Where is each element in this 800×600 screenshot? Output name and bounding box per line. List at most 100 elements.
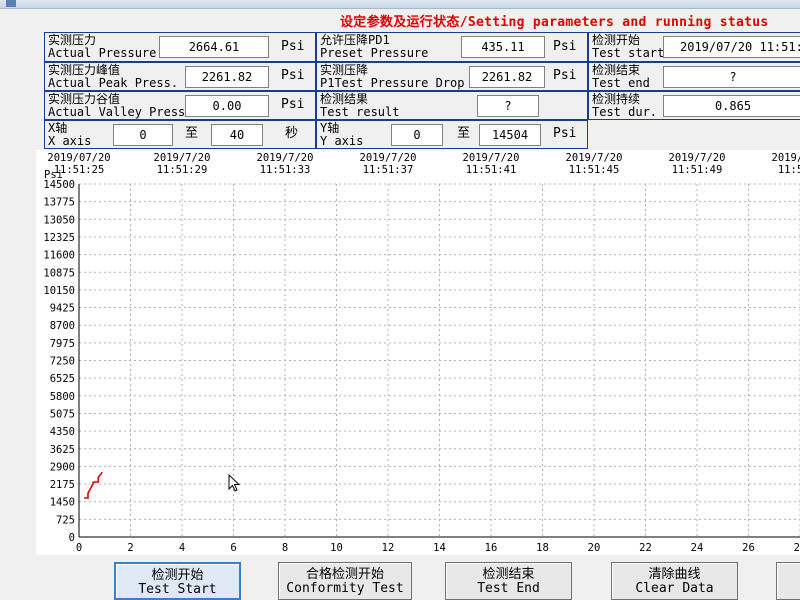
y-tick-label: 10150 [43,285,75,297]
time-tick-time: 11:51:5 [778,164,800,176]
p1-drop-unit: Psi [553,68,577,83]
clear-data-button[interactable]: 清除曲线 Clear Data [611,562,738,600]
status-banner: 设定参数及运行状态/Setting parameters and running… [340,15,769,30]
y-tick-label: 8700 [50,320,75,332]
time-tick-date: 2019/7/20 [257,152,314,164]
test-start-button-cn: 检测开始 [151,568,204,583]
p1-drop-cell: 实测压降 P1Test Pressure Drop 2261.82 Psi [316,62,588,91]
x-tick-label: 10 [330,542,343,554]
time-tick-time: 11:51:25 [54,164,105,176]
time-tick-time: 11:51:33 [260,164,311,176]
conformity-test-button[interactable]: 合格检测开始 Conformity Test [278,562,412,600]
y-tick-label: 0 [69,532,75,544]
actual-peak-unit: Psi [281,68,305,83]
test-dur-cell: 检测持续 Test dur. 0.865 [588,91,800,120]
actual-valley-label-en: Actual Valley Press. [48,105,193,119]
y-tick-label: 725 [56,514,75,526]
y-tick-label: 2175 [50,479,75,491]
y-tick-label: 1450 [50,497,75,509]
x-tick-label: 18 [536,542,549,554]
test-end-button[interactable]: 检测结束 Test End [445,562,572,600]
y-tick-label: 3625 [50,444,75,456]
time-tick-date: 2019/7/20 [360,152,417,164]
time-tick-date: 2019/7/20 [772,152,800,164]
conformity-test-button-en: Conformity Test [286,581,404,596]
actual-valley-value: 0.00 [185,95,269,117]
preset-pressure-unit: Psi [553,39,577,54]
test-result-value: ? [477,95,539,117]
y-axis-unit: Psi [553,126,577,141]
y-tick-label: 10875 [43,267,75,279]
x-axis-to-label: 至 [185,126,199,141]
y-tick-label: 5075 [50,408,75,420]
clear-data-button-en: Clear Data [635,581,714,596]
x-tick-label: 12 [382,542,395,554]
time-tick-time: 11:51:37 [363,164,414,176]
actual-pressure-unit: Psi [281,39,305,54]
y-axis-cell: Y轴 Y axis 0 至 14504 Psi [316,120,588,149]
preset-pressure-input[interactable]: 435.11 [461,36,545,58]
actual-peak-value: 2261.82 [185,66,269,88]
y-tick-label: 7250 [50,356,75,368]
y-tick-label: 6525 [50,373,75,385]
time-tick-time: 11:51:29 [157,164,208,176]
actual-peak-label-en: Actual Peak Press. [48,76,179,90]
time-tick-time: 11:51:41 [466,164,517,176]
y-axis-from-input[interactable]: 0 [391,124,443,146]
test-dur-label-en: Test dur. [592,105,658,119]
x-tick-label: 28 [794,542,800,554]
test-result-cell: 检测结果 Test result ? [316,91,588,120]
test-start-button-en: Test Start [138,582,217,597]
test-result-label-en: Test result [320,105,400,119]
actual-peak-cell: 实测压力峰值 Actual Peak Press. 2261.82 Psi [44,62,316,91]
x-tick-label: 6 [230,542,236,554]
y-axis-label-en: Y axis [320,134,364,148]
x-tick-label: 4 [179,542,185,554]
x-axis-to-input[interactable]: 40 [211,124,263,146]
y-axis-to-input[interactable]: 14504 [479,124,541,146]
time-tick-date: 2019/07/20 [47,152,110,164]
x-tick-label: 16 [485,542,498,554]
x-axis-unit: 秒 [285,126,299,141]
y-tick-label: 9425 [50,303,75,315]
test-end-label-en: Test end [592,76,650,90]
test-start-label-en: Test start [592,46,665,60]
time-tick-date: 2019/7/20 [669,152,726,164]
pressure-series-line [84,471,103,499]
extra-button[interactable] [776,562,800,600]
title-bar [0,0,800,9]
x-tick-label: 14 [433,542,446,554]
y-tick-label: 7975 [50,338,75,350]
y-tick-label: 5800 [50,391,75,403]
test-start-button[interactable]: 检测开始 Test Start [114,562,241,600]
x-tick-label: 0 [76,542,82,554]
y-tick-label: 11600 [43,250,75,262]
x-tick-label: 2 [127,542,133,554]
conformity-test-button-cn: 合格检测开始 [305,567,384,582]
y-tick-label: 13775 [43,197,75,209]
pressure-chart: 1450013775130501232511600108751015094258… [36,150,800,555]
time-tick-date: 2019/7/20 [463,152,520,164]
test-dur-value: 0.865 [663,95,800,117]
preset-pressure-cell: 允许压降PD1 Preset Pressure 435.11 Psi [316,32,588,62]
x-axis-cell: X轴 X axis 0 至 40 秒 [44,120,316,149]
clear-data-button-cn: 清除曲线 [648,567,701,582]
time-tick-date: 2019/7/20 [154,152,211,164]
time-tick-date: 2019/7/20 [566,152,623,164]
x-tick-label: 8 [282,542,288,554]
y-axis-to-label: 至 [457,126,471,141]
y-tick-label: 13050 [43,214,75,226]
test-end-button-en: Test End [477,581,540,596]
actual-pressure-value: 2664.61 [159,36,269,58]
y-tick-label: 2900 [50,461,75,473]
actual-pressure-cell: 实测压力 Actual Pressure 2664.61 Psi [44,32,316,62]
time-tick-time: 11:51:49 [672,164,723,176]
mouse-cursor-icon [228,474,241,492]
x-axis-from-input[interactable]: 0 [113,124,173,146]
p1-drop-label-en: P1Test Pressure Drop [320,76,465,90]
actual-valley-cell: 实测压力谷值 Actual Valley Press. 0.00 Psi [44,91,316,120]
test-start-value: 2019/07/20 11:51:2 [663,36,800,58]
actual-pressure-label-en: Actual Pressure [48,46,157,60]
preset-pressure-label-en: Preset Pressure [320,46,429,60]
test-end-button-cn: 检测结束 [482,567,535,582]
